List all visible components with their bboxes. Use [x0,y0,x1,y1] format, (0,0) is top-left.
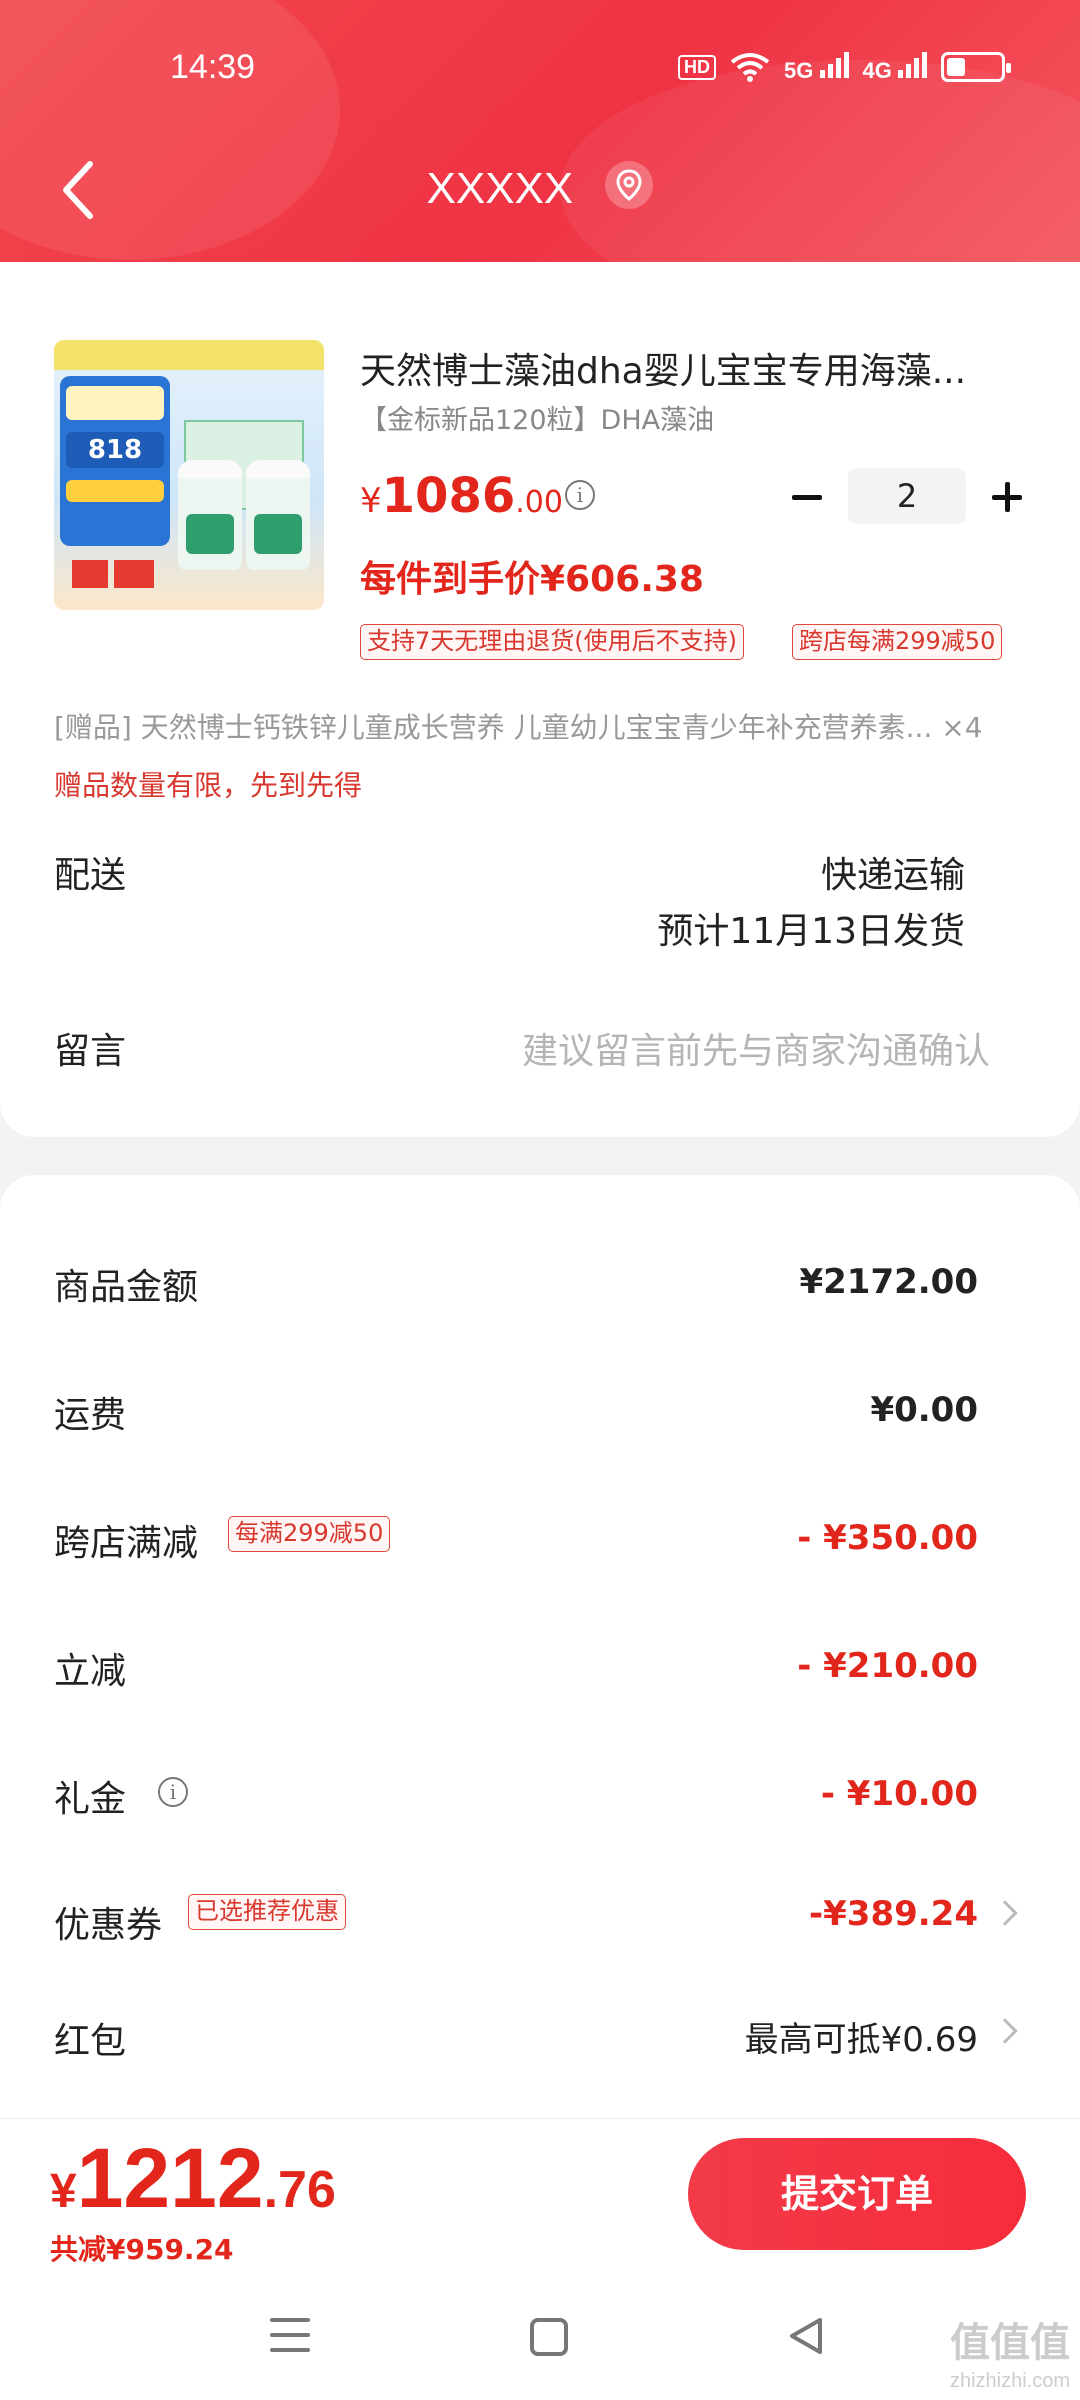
store-name: XXXXX [426,164,574,213]
gift-note: 赠品数量有限，先到先得 [54,769,363,802]
submit-order-button[interactable]: 提交订单 [688,2138,1026,2250]
gift-item[interactable]: [赠品] 天然博士钙铁锌儿童成长营养 儿童幼儿宝宝青少年补充营养素... ×4 [54,706,1039,746]
shipping-label: 运费 [54,1395,127,1436]
goods-amount-label: 商品金额 [54,1267,199,1308]
instant-discount-label: 立减 [54,1651,127,1692]
status-time: 14:39 [170,48,256,86]
total-integer: 1212 [76,2131,264,2225]
return-policy-tag: 支持7天无理由退货(使用后不支持) [360,624,744,660]
cross-store-discount-label: 跨店满减 [54,1523,199,1564]
product-title[interactable]: 天然博士藻油dha婴儿宝宝专用海藻... [360,342,966,394]
quantity-input[interactable]: 2 [848,468,966,524]
goods-amount-value: ¥2172.00 [799,1262,978,1302]
currency-symbol: ¥ [360,481,382,521]
cross-store-discount-value: - ¥350.00 [797,1518,978,1558]
message-label: 留言 [54,1031,127,1072]
home-icon[interactable] [530,2318,568,2356]
price-info-icon[interactable]: i [565,480,595,510]
nav-title: XXXXX [0,161,1080,215]
menu-icon[interactable] [270,2318,310,2354]
header-decoration [0,0,340,260]
delivery-eta: 预计11月13日发货 [657,911,965,952]
price-integer: 1086 [381,468,516,524]
cross-store-discount-tag: 每满299减50 [228,1516,391,1552]
wifi-icon [730,53,770,82]
product-price: ¥1086.00 [360,468,563,524]
red-packet-value[interactable]: 最高可抵¥0.69 [745,2012,978,2061]
coupon-label[interactable]: 优惠券 [54,1896,162,1948]
gift-money-value: - ¥10.00 [820,1774,978,1814]
message-input[interactable]: 建议留言前先与商家沟通确认 [522,1022,990,1074]
status-icons: HD 5G 4G [678,50,1011,84]
back-triangle-icon[interactable] [786,2316,826,2356]
coupon-tag: 已选推荐优惠 [188,1894,346,1930]
unit-price: 每件到手价¥606.38 [360,559,704,600]
signal-4g-icon: 4G [863,50,927,84]
signal-5g-icon: 5G [784,50,849,84]
delivery-label: 配送 [54,855,127,896]
watermark-sub: zhizhizhi.com [949,2370,1070,2392]
price-decimal: .00 [515,485,563,520]
total-price: ¥1212.76 [50,2130,336,2227]
hd-icon: HD [678,54,717,80]
currency-symbol: ¥ [50,2165,77,2218]
product-spec[interactable]: 【金标新品120粒】DHA藻油 [360,398,714,437]
watermark: 值值值 [950,2320,1070,2366]
quantity-increase-button[interactable] [988,478,1028,518]
promo-amount: 818 [66,432,164,468]
promo-tag: 跨店每满299减50 [792,624,1003,660]
total-saved[interactable]: 共减¥959.24 [50,2228,234,2268]
promo-badge: 818 [60,376,170,546]
product-thumbnail[interactable]: 818 [54,340,324,610]
total-decimal: .76 [263,2161,336,2219]
red-packet-label[interactable]: 红包 [54,2012,126,2064]
battery-icon [941,52,1011,82]
gift-money-info-icon[interactable]: i [158,1777,188,1807]
header [0,0,1080,262]
coupon-value[interactable]: -¥389.24 [809,1894,978,1934]
delivery-method[interactable]: 快递运输 [821,846,965,898]
shipping-value: ¥0.00 [870,1390,978,1430]
location-pin-icon[interactable] [605,161,654,210]
instant-discount-value: - ¥210.00 [797,1646,978,1686]
gift-money-label: 礼金 [54,1779,127,1820]
net-label: 4G [862,58,892,83]
quantity-decrease-button[interactable] [788,478,828,518]
net-label: 5G [784,58,814,83]
